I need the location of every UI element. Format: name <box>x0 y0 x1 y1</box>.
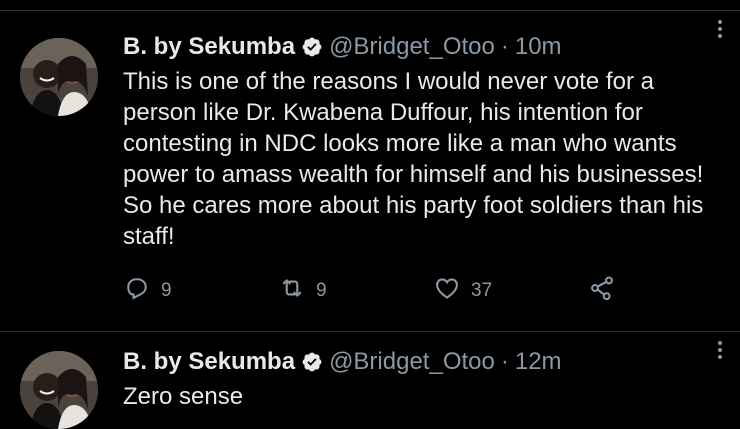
timestamp[interactable]: 10m <box>515 33 562 61</box>
retweet-count: 9 <box>316 280 327 301</box>
reply-count: 9 <box>161 280 172 301</box>
more-icon[interactable] <box>708 17 732 41</box>
avatar[interactable] <box>20 351 98 429</box>
tweet-content: B. by Sekumba @Bridget_Otoo · 10m This i… <box>123 31 720 252</box>
like-count: 37 <box>471 280 493 301</box>
retweet-icon <box>278 274 306 308</box>
reply-button[interactable]: 9 <box>123 276 278 306</box>
avatar[interactable] <box>20 38 98 116</box>
tweet-text: Zero sense <box>123 383 244 410</box>
verified-icon <box>301 351 323 373</box>
display-name[interactable]: B. by Sekumba <box>123 348 295 376</box>
display-name[interactable]: B. by Sekumba <box>123 33 295 61</box>
timestamp[interactable]: 12m <box>515 348 562 376</box>
like-icon <box>433 274 461 308</box>
more-icon[interactable] <box>708 338 732 362</box>
tweet-actions: 9 9 37 <box>123 276 628 306</box>
dot-separator: · <box>500 33 509 60</box>
share-button[interactable] <box>588 276 628 306</box>
top-divider <box>0 0 740 11</box>
retweet-button[interactable]: 9 <box>278 276 433 306</box>
like-button[interactable]: 37 <box>433 276 588 306</box>
tweet-text: This is one of the reasons I would never… <box>123 68 704 250</box>
tweet-header: B. by Sekumba @Bridget_Otoo · 10m <box>123 31 720 63</box>
tweet[interactable]: B. by Sekumba @Bridget_Otoo · 10m This i… <box>0 11 740 332</box>
dot-separator: · <box>500 348 509 375</box>
reply-icon <box>123 274 151 308</box>
tweet-header: B. by Sekumba @Bridget_Otoo · 12m <box>123 346 720 378</box>
verified-icon <box>301 36 323 58</box>
share-icon <box>588 274 616 308</box>
handle[interactable]: @Bridget_Otoo <box>329 33 495 61</box>
tweet-content: B. by Sekumba @Bridget_Otoo · 12m Zero s… <box>123 346 720 412</box>
handle[interactable]: @Bridget_Otoo <box>329 348 495 376</box>
tweet[interactable]: B. by Sekumba @Bridget_Otoo · 12m Zero s… <box>0 332 740 429</box>
